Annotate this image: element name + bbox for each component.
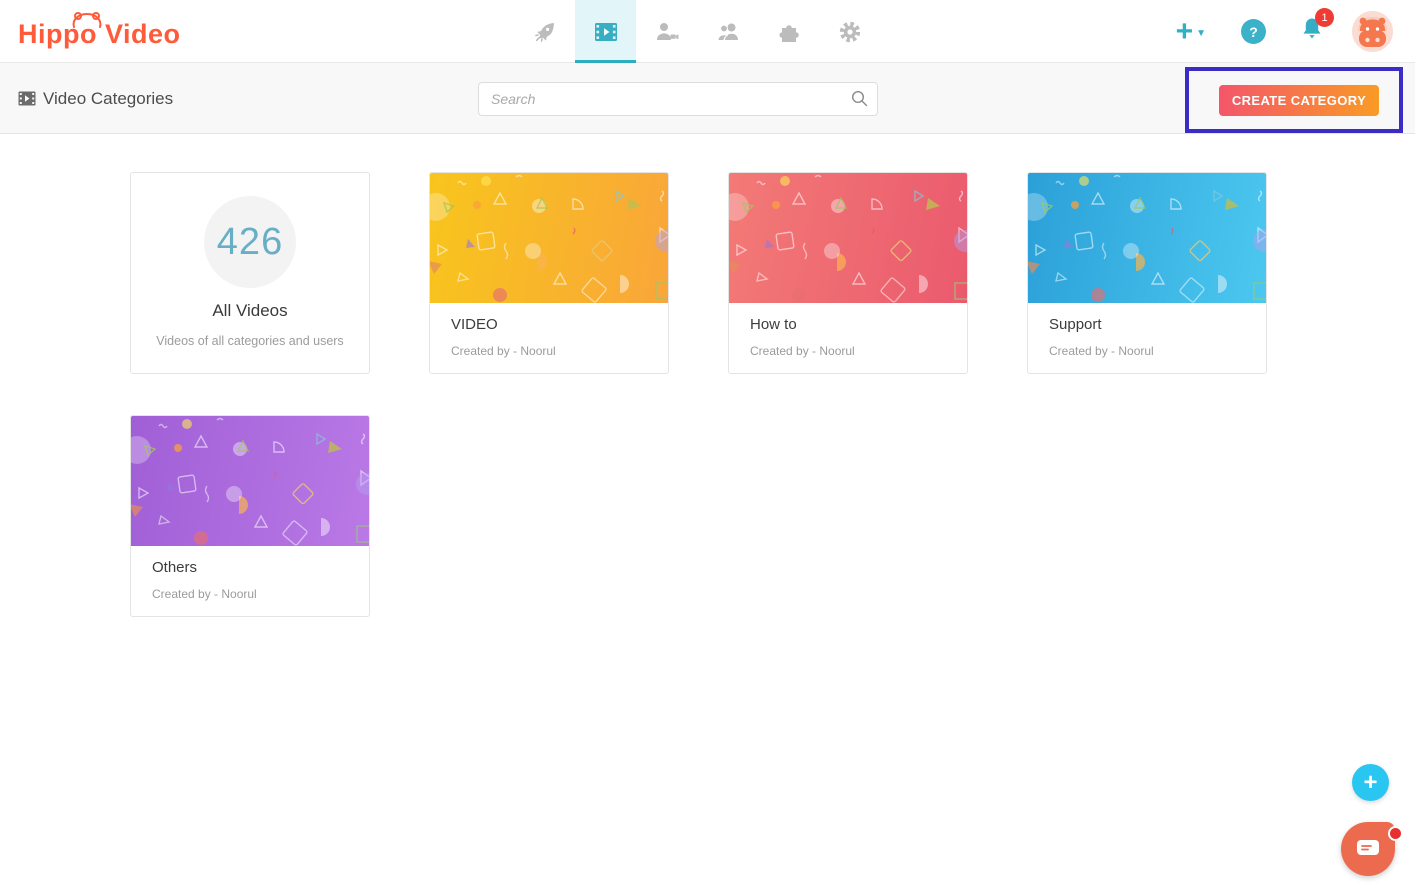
- page-title-wrap: Video Categories: [18, 63, 173, 134]
- chevron-down-icon: ▼: [1196, 28, 1206, 39]
- category-banner: [131, 416, 369, 546]
- question-mark-icon: ?: [1249, 24, 1258, 40]
- main-nav-tabs: [514, 0, 880, 63]
- card-body: VIDEO Created by - Noorul: [430, 303, 668, 371]
- chat-bubble-icon: [1356, 839, 1380, 859]
- category-banner: [1028, 173, 1266, 303]
- tab-video-categories[interactable]: [575, 0, 636, 63]
- card-body: How to Created by - Noorul: [729, 303, 967, 371]
- category-banner: [729, 173, 967, 303]
- hippo-video-logo[interactable]: Hippo Video: [18, 10, 181, 54]
- card-creator: Created by - Noorul: [750, 344, 946, 358]
- category-card-video[interactable]: VIDEO Created by - Noorul: [429, 172, 669, 374]
- category-cards-grid: 426 All Videos Videos of all categories …: [0, 134, 1300, 617]
- puzzle-icon: [777, 20, 801, 44]
- chat-widget-button[interactable]: [1341, 822, 1395, 876]
- top-navigation-bar: Hippo Video: [0, 0, 1415, 63]
- card-title: All Videos: [131, 301, 369, 321]
- card-subtitle: Videos of all categories and users: [131, 334, 369, 348]
- video-categories-page: Hippo Video: [0, 0, 1415, 894]
- card-body: Support Created by - Noorul: [1028, 303, 1266, 371]
- chat-notification-dot: [1388, 826, 1403, 841]
- tab-settings[interactable]: [819, 0, 880, 63]
- page-toolbar: Video Categories CREATE CATEGORY: [0, 63, 1415, 134]
- card-title: VIDEO: [451, 316, 647, 333]
- tab-launch[interactable]: [514, 0, 575, 63]
- gear-icon: [838, 20, 862, 44]
- video-count-circle: 426: [204, 196, 296, 288]
- user-avatar[interactable]: [1352, 11, 1393, 52]
- card-title: Support: [1049, 316, 1245, 333]
- category-card-support[interactable]: Support Created by - Noorul: [1027, 172, 1267, 374]
- plus-icon: +: [1363, 769, 1377, 797]
- video-library-icon: [594, 22, 618, 42]
- category-card-how-to[interactable]: How to Created by - Noorul: [728, 172, 968, 374]
- video-count: 426: [217, 221, 283, 264]
- card-title: Others: [152, 559, 348, 576]
- card-creator: Created by - Noorul: [1049, 344, 1245, 358]
- create-category-button[interactable]: CREATE CATEGORY: [1219, 85, 1379, 116]
- create-new-dropdown[interactable]: + ▼: [1176, 18, 1206, 46]
- topbar-actions: + ▼ ? 1: [1176, 0, 1393, 63]
- help-button[interactable]: ?: [1241, 19, 1266, 44]
- search-input[interactable]: [478, 82, 878, 116]
- tab-contacts[interactable]: [636, 0, 697, 63]
- hippo-ears-icon: [70, 12, 104, 28]
- tab-integrations[interactable]: [758, 0, 819, 63]
- category-card-others[interactable]: Others Created by - Noorul: [130, 415, 370, 617]
- tab-teams[interactable]: [697, 0, 758, 63]
- search-icon[interactable]: [851, 90, 868, 107]
- notification-badge: 1: [1315, 8, 1334, 27]
- page-title: Video Categories: [43, 89, 173, 109]
- category-banner: [430, 173, 668, 303]
- card-body: Others Created by - Noorul: [131, 546, 369, 614]
- card-creator: Created by - Noorul: [152, 587, 348, 601]
- rocket-icon: [533, 20, 557, 44]
- card-title: How to: [750, 316, 946, 333]
- card-creator: Created by - Noorul: [451, 344, 647, 358]
- hippo-avatar-icon: [1352, 11, 1393, 52]
- floating-add-button[interactable]: +: [1352, 764, 1389, 801]
- plus-icon: +: [1176, 18, 1194, 46]
- all-videos-card[interactable]: 426 All Videos Videos of all categories …: [130, 172, 370, 374]
- search-bar: [478, 82, 878, 116]
- notifications-button[interactable]: 1: [1299, 15, 1325, 48]
- users-group-icon: [715, 21, 741, 43]
- person-video-icon: [655, 21, 679, 43]
- video-category-icon: [18, 91, 36, 106]
